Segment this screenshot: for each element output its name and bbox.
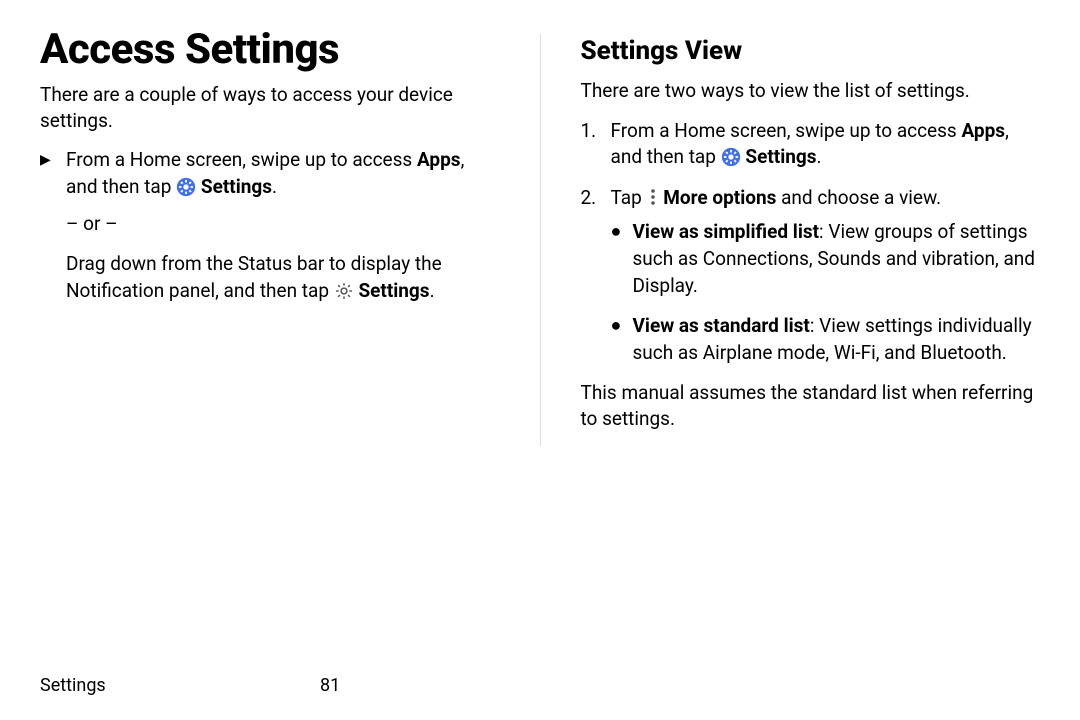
period: .	[430, 279, 435, 302]
step-number: 1.	[581, 118, 597, 145]
settings-gear-outline-icon	[334, 281, 354, 301]
page-number: 81	[320, 675, 340, 696]
left-column: Access Settings There are a couple of wa…	[40, 28, 500, 446]
period: .	[817, 145, 822, 168]
settings-label: Settings	[745, 145, 816, 168]
more-options-icon	[647, 187, 659, 205]
view-option-item: ● View as standard list: View settings i…	[611, 313, 1041, 366]
bullet-icon: ●	[611, 313, 622, 338]
apps-label: Apps	[417, 148, 461, 171]
ordered-step: 2. Tap More options and choose a view. ●…	[581, 185, 1041, 367]
right-column: Settings View There are two ways to view…	[581, 28, 1041, 446]
settings-label: Settings	[201, 175, 272, 198]
intro-text: There are a couple of ways to access you…	[40, 82, 500, 133]
triangle-icon: ▶	[40, 151, 51, 171]
ordered-step: 1. From a Home screen, swipe up to acces…	[581, 118, 1041, 171]
column-divider	[540, 34, 541, 446]
step-text-part: From a Home screen, swipe up to access	[611, 119, 962, 142]
settings-gear-filled-icon	[176, 177, 196, 197]
step-suffix: and choose a view.	[776, 186, 941, 209]
closing-note: This manual assumes the standard list wh…	[581, 380, 1041, 431]
section-title: Settings View	[581, 36, 1041, 66]
footer-section-label: Settings	[40, 675, 106, 696]
view-option-item: ● View as simplified list: View groups o…	[611, 219, 1041, 299]
settings-gear-filled-icon	[721, 147, 741, 167]
alt-instruction: Drag down from the Status bar to display…	[66, 251, 500, 304]
step-text-part: From a Home screen, swipe up to access	[66, 148, 417, 171]
step-number: 2.	[581, 185, 597, 212]
or-separator: – or –	[66, 211, 500, 238]
page-footer: Settings 81	[40, 675, 1040, 696]
period: .	[272, 175, 277, 198]
option-title: View as standard list	[633, 314, 810, 337]
apps-label: Apps	[961, 119, 1005, 142]
step-tap-text: Tap	[611, 186, 647, 209]
more-options-label: More options	[663, 186, 776, 209]
bullet-icon: ●	[611, 219, 622, 244]
page-title: Access Settings	[40, 28, 500, 72]
section-intro: There are two ways to view the list of s…	[581, 78, 1041, 104]
option-title: View as simplified list	[633, 220, 820, 243]
step-item: ▶ From a Home screen, swipe up to access…	[40, 147, 500, 200]
settings-label: Settings	[358, 279, 429, 302]
